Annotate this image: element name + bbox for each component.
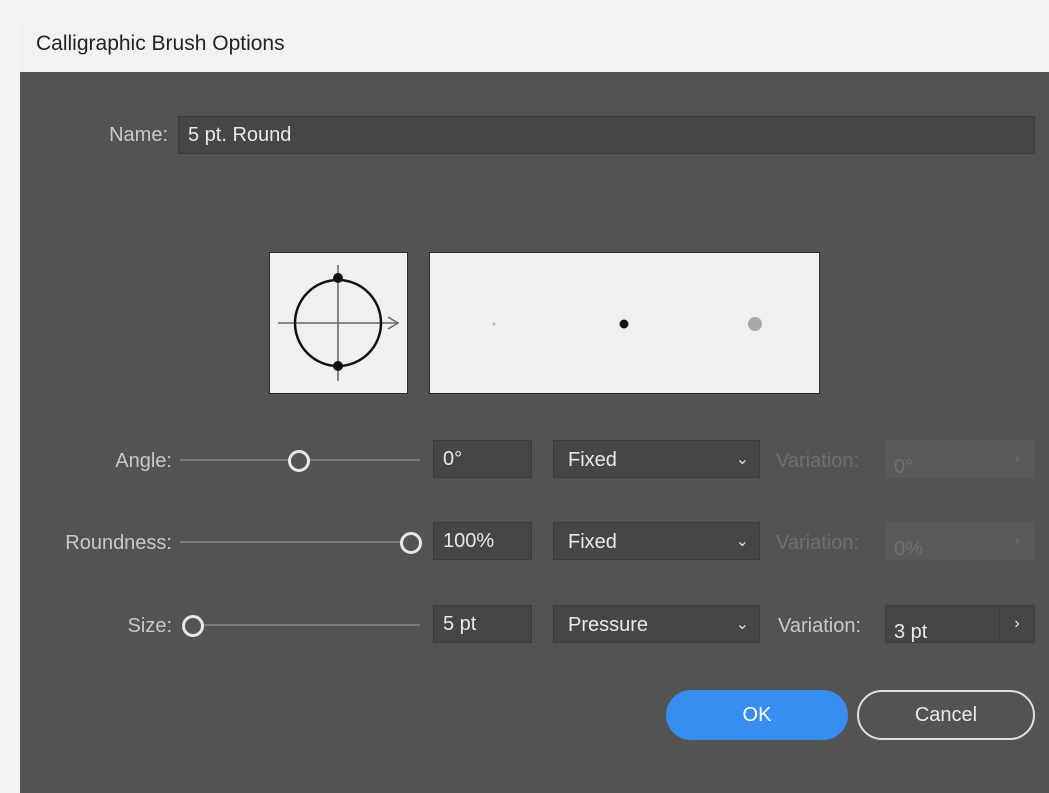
chevron-down-icon: ⌄ (735, 616, 749, 633)
size-label: Size: (127, 615, 172, 637)
cancel-button[interactable]: Cancel (857, 690, 1035, 740)
angle-variation-input: 0° › (885, 440, 1035, 478)
size-variation-value: 3 pt (894, 621, 928, 643)
roundness-slider-thumb[interactable] (400, 532, 422, 554)
angle-slider[interactable] (180, 449, 420, 472)
angle-variation-label: Variation: (776, 450, 860, 472)
size-slider[interactable] (182, 614, 420, 637)
roundness-slider[interactable] (180, 531, 430, 554)
angle-mode-dropdown[interactable]: Fixed ⌄ (553, 440, 760, 478)
size-variation-label: Variation: (778, 615, 862, 637)
chevron-right-icon: › (999, 441, 1034, 477)
angle-label: Angle: (115, 450, 172, 472)
name-label: Name: (109, 124, 168, 146)
roundness-variation-label: Variation: (776, 532, 860, 554)
chevron-right-icon[interactable]: › (999, 606, 1034, 642)
dialog-title: Calligraphic Brush Options (36, 32, 285, 55)
size-value-input[interactable]: 5 pt (433, 605, 532, 643)
chevron-down-icon: ⌄ (735, 533, 749, 550)
roundness-variation-value: 0% (894, 538, 923, 560)
angle-variation-value: 0° (894, 456, 914, 478)
angle-mode-value: Fixed (568, 449, 617, 471)
ok-button[interactable]: OK (666, 690, 848, 740)
roundness-label: Roundness: (65, 532, 172, 554)
size-mode-value: Pressure (568, 614, 649, 636)
stroke-size-dots (492, 317, 762, 331)
brush-options-dialog: Name: 5 pt. Round Angle: 0° Fixed ⌄ Vari… (20, 72, 1049, 793)
roundness-mode-dropdown[interactable]: Fixed ⌄ (553, 522, 760, 560)
size-variation-input[interactable]: 3 pt › (885, 605, 1035, 643)
chevron-down-icon: ⌄ (735, 451, 749, 468)
size-mode-dropdown[interactable]: Pressure ⌄ (553, 605, 760, 643)
roundness-variation-input: 0% › (885, 522, 1035, 560)
chevron-right-icon: › (999, 523, 1034, 559)
size-slider-track (182, 624, 420, 626)
size-variation-preview (429, 252, 820, 394)
size-slider-thumb[interactable] (182, 615, 204, 637)
roundness-mode-value: Fixed (568, 531, 617, 553)
roundness-value-input[interactable]: 100% (433, 522, 532, 560)
brush-shape-diagram (278, 265, 400, 381)
angle-roundness-preview[interactable] (269, 252, 408, 394)
title-bar: Calligraphic Brush Options (20, 18, 1049, 73)
roundness-slider-track (180, 541, 408, 543)
name-input[interactable]: 5 pt. Round (178, 116, 1035, 154)
angle-slider-thumb[interactable] (288, 450, 310, 472)
angle-value-input[interactable]: 0° (433, 440, 532, 478)
